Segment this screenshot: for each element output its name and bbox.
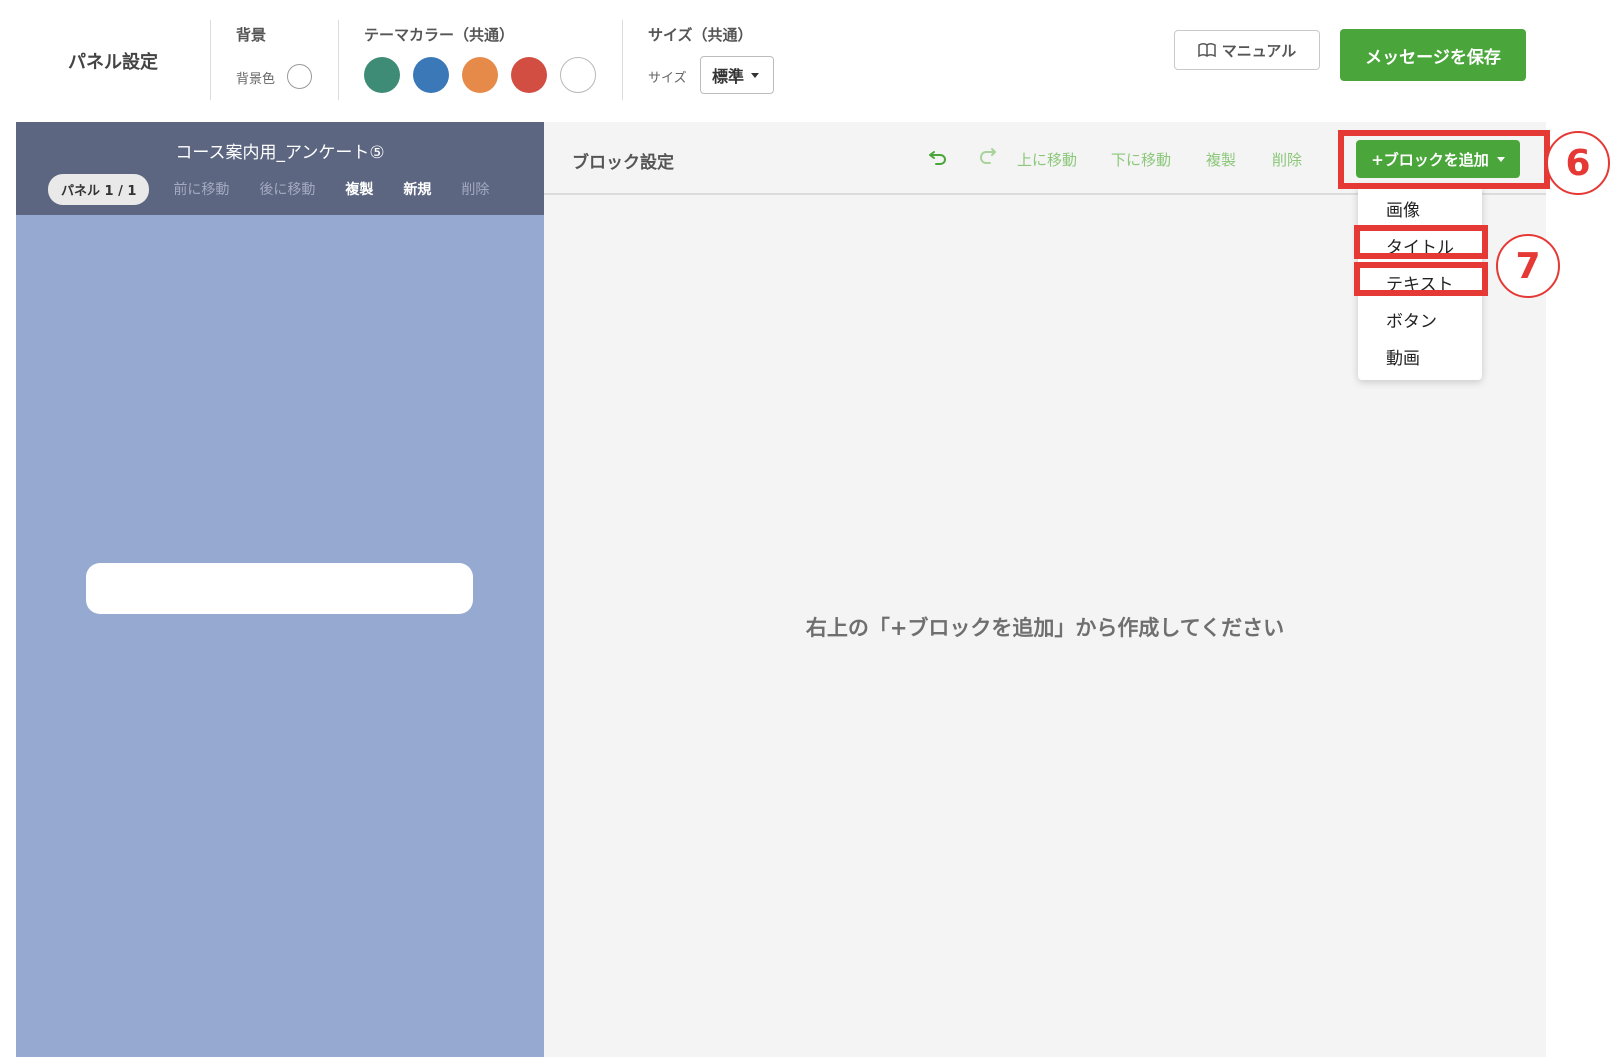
move-previous-button[interactable]: 前に移動	[173, 179, 229, 199]
move-next-button[interactable]: 後に移動	[259, 179, 315, 199]
panel-counter-pill[interactable]: パネル 1 / 1	[48, 173, 150, 205]
move-up-button[interactable]: 上に移動	[1017, 149, 1077, 170]
size-field-label: サイズ	[648, 71, 687, 86]
divider	[210, 20, 211, 100]
step-badge-6: 6	[1546, 131, 1610, 195]
new-panel-button[interactable]: 新規	[403, 179, 431, 199]
panel-preview: コース案内用_アンケート⑤ パネル 1 / 1 前に移動 後に移動 複製 新規 …	[16, 122, 544, 1057]
theme-color-label: テーマカラー（共通）	[364, 26, 515, 44]
background-label: 背景	[236, 26, 267, 44]
delete-block-button[interactable]: 削除	[1272, 149, 1302, 170]
menu-item-button[interactable]: ボタン	[1386, 307, 1437, 332]
background-color-picker[interactable]	[287, 64, 312, 89]
chevron-down-icon	[751, 72, 760, 78]
background-color-label: 背景色	[236, 72, 276, 87]
panel-preview-card[interactable]	[86, 563, 473, 614]
panel-preview-header: コース案内用_アンケート⑤ パネル 1 / 1 前に移動 後に移動 複製 新規 …	[16, 122, 544, 215]
redo-icon[interactable]	[976, 144, 1000, 168]
menu-item-video[interactable]: 動画	[1386, 344, 1420, 369]
manual-button[interactable]: マニュアル	[1174, 30, 1320, 70]
size-select[interactable]: 標準	[700, 56, 774, 94]
undo-icon[interactable]	[926, 144, 950, 168]
book-icon	[1197, 43, 1216, 57]
theme-color-swatch-red[interactable]	[511, 57, 547, 93]
panel-settings-bar: パネル設定 背景 背景色 テーマカラー（共通） サイズ（共通） サイズ 標準 マ…	[0, 0, 1614, 120]
delete-panel-button[interactable]: 削除	[461, 179, 489, 199]
menu-item-image[interactable]: 画像	[1386, 196, 1420, 221]
manual-label: マニュアル	[1221, 41, 1297, 60]
step-badge-7: 7	[1496, 234, 1560, 298]
highlight-add-block	[1338, 130, 1550, 189]
size-selected-value: 標準	[712, 67, 745, 86]
theme-color-swatch-white[interactable]	[560, 57, 596, 93]
highlight-menu-text	[1354, 262, 1488, 296]
theme-color-swatch-green[interactable]	[364, 57, 400, 93]
size-label: サイズ（共通）	[648, 26, 753, 44]
highlight-menu-title	[1354, 225, 1488, 259]
duplicate-panel-button[interactable]: 複製	[345, 179, 373, 199]
move-down-button[interactable]: 下に移動	[1111, 149, 1171, 170]
save-message-button[interactable]: メッセージを保存	[1340, 29, 1526, 81]
block-settings-title: ブロック設定	[572, 153, 674, 173]
panel-settings-title: パネル設定	[68, 52, 158, 73]
panel-actions: パネル 1 / 1 前に移動 後に移動 複製 新規 削除	[48, 173, 519, 205]
theme-color-swatch-blue[interactable]	[413, 57, 449, 93]
theme-color-swatch-orange[interactable]	[462, 57, 498, 93]
panel-preview-title: コース案内用_アンケート⑤	[175, 143, 385, 163]
empty-state-message: 右上の「+ブロックを追加」から作成してください	[805, 616, 1285, 640]
divider	[338, 20, 339, 100]
duplicate-block-button[interactable]: 複製	[1206, 149, 1236, 170]
divider	[622, 20, 623, 100]
